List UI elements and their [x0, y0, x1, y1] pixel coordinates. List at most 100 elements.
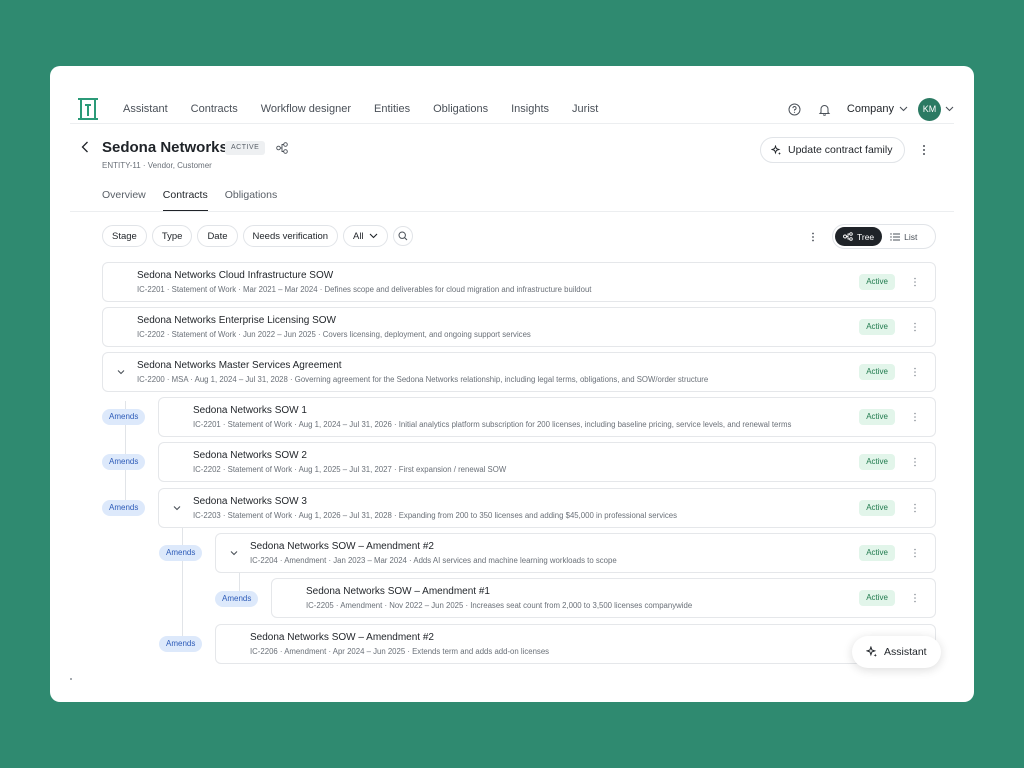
company-label: Company [846, 103, 894, 115]
status-badge: Active [859, 545, 895, 561]
more-options-icon[interactable] [911, 456, 919, 468]
status-badge: Active [859, 500, 895, 516]
contract-meta: IC-2202 · Statement of Work · Aug 1, 202… [193, 465, 507, 474]
help-icon[interactable] [787, 101, 803, 117]
contract-meta: IC-2205 · Amendment · Nov 2022 – Jun 202… [306, 601, 693, 610]
tab-bar: Overview Contracts Obligations [102, 189, 294, 212]
contract-row[interactable]: Sedona Networks SOW – Amendment #2 IC-22… [215, 624, 936, 664]
contract-name: Sedona Networks SOW – Amendment #2 [250, 632, 434, 643]
search-button[interactable] [392, 226, 413, 246]
search-icon [398, 231, 407, 241]
contract-meta: IC-2200 · MSA · Aug 1, 2024 – Jul 31, 20… [137, 375, 709, 384]
more-options-icon[interactable] [911, 592, 919, 604]
filter-needs-verification[interactable]: Needs verification [242, 225, 339, 247]
nav-workflow-designer[interactable]: Workflow designer [261, 103, 351, 115]
status-badge: Active [859, 364, 895, 380]
filter-date[interactable]: Date [197, 225, 238, 247]
app-window: Assistant Contracts Workflow designer En… [50, 66, 974, 702]
contract-meta: IC-2204 · Amendment · Jan 2023 – Mar 202… [250, 556, 617, 565]
contract-name: Sedona Networks Enterprise Licensing SOW [137, 315, 336, 326]
chevron-down-icon[interactable] [115, 366, 127, 378]
filter-type[interactable]: Type [151, 225, 193, 247]
company-selector[interactable]: Company [847, 103, 908, 115]
more-options-icon[interactable] [911, 411, 919, 423]
contract-row[interactable]: Sedona Networks Cloud Infrastructure SOW… [102, 262, 936, 302]
contract-row[interactable]: Sedona Networks SOW 3 IC-2203 · Statemen… [158, 488, 936, 528]
chevron-down-icon [899, 106, 908, 112]
divider [70, 123, 954, 124]
more-options-icon[interactable] [808, 231, 818, 243]
contract-meta: IC-2201 · Statement of Work · Aug 1, 202… [193, 420, 792, 429]
contract-row[interactable]: Sedona Networks Master Services Agreemen… [102, 352, 936, 392]
more-options-icon[interactable] [911, 276, 919, 288]
tab-overview[interactable]: Overview [102, 189, 146, 212]
status-badge: Active [859, 274, 895, 290]
page-title: Sedona Networks [102, 139, 228, 156]
tree-view-button[interactable]: Tree [835, 227, 883, 246]
bell-icon[interactable] [817, 101, 833, 117]
contract-name: Sedona Networks Master Services Agreemen… [137, 360, 342, 371]
tree-label: Tree [857, 231, 875, 242]
contract-meta: IC-2201 · Statement of Work · Mar 2021 –… [137, 285, 592, 294]
filter-all-label: All [353, 230, 364, 242]
chevron-down-icon[interactable] [228, 547, 240, 559]
more-options-icon[interactable] [911, 547, 919, 559]
divider [70, 211, 954, 212]
relation-badge: Amends [102, 500, 146, 516]
nav-insights[interactable]: Insights [511, 103, 549, 115]
hierarchy-icon[interactable] [276, 142, 288, 154]
filter-stage[interactable]: Stage [102, 225, 147, 247]
assistant-label: Assistant [884, 646, 927, 658]
relation-badge: Amends [102, 409, 146, 425]
filter-all-select[interactable]: All [343, 225, 388, 247]
contract-row[interactable]: Sedona Networks SOW 1 IC-2201 · Statemen… [158, 397, 936, 437]
contract-name: Sedona Networks SOW 2 [193, 450, 307, 461]
list-label: List [904, 231, 918, 242]
relation-badge: Amends [159, 636, 203, 652]
more-options-icon[interactable] [911, 502, 919, 514]
status-badge: Active [859, 590, 895, 606]
contract-meta: IC-2206 · Amendment · Apr 2024 – Jun 202… [250, 647, 550, 656]
stray-dot [70, 678, 72, 680]
sparkle-icon [866, 646, 877, 657]
nav-assistant[interactable]: Assistant [123, 103, 168, 115]
contract-name: Sedona Networks SOW 3 [193, 496, 307, 507]
list-icon [890, 232, 901, 241]
entity-subtitle: ENTITY-11 · Vendor, Customer [102, 161, 212, 170]
update-button-label: Update contract family [788, 144, 893, 156]
assistant-button[interactable]: Assistant [852, 636, 941, 668]
more-options-icon[interactable] [911, 321, 919, 333]
relation-badge: Amends [159, 545, 203, 561]
update-contract-family-button[interactable]: Update contract family [760, 137, 906, 163]
tree-icon [843, 232, 853, 241]
contract-meta: IC-2202 · Statement of Work · Jun 2022 –… [137, 330, 531, 339]
nav-entities[interactable]: Entities [374, 103, 410, 115]
list-view-button[interactable]: List [882, 227, 925, 246]
more-options-icon[interactable] [911, 366, 919, 378]
app-logo-icon[interactable] [78, 98, 98, 120]
contract-row[interactable]: Sedona Networks Enterprise Licensing SOW… [102, 307, 936, 347]
contract-row[interactable]: Sedona Networks SOW 2 IC-2202 · Statemen… [158, 442, 936, 482]
contract-name: Sedona Networks Cloud Infrastructure SOW [137, 270, 334, 281]
chevron-down-icon[interactable] [171, 502, 183, 514]
view-toggle: Tree List [832, 224, 936, 249]
status-badge: Active [859, 319, 895, 335]
contract-row[interactable]: Sedona Networks SOW – Amendment #1 IC-22… [271, 578, 936, 618]
tab-contracts[interactable]: Contracts [162, 189, 208, 212]
chevron-down-icon [945, 106, 954, 112]
relation-badge: Amends [102, 454, 146, 470]
nav-jurist[interactable]: Jurist [572, 103, 598, 115]
chevron-left-icon [81, 141, 88, 153]
tab-obligations[interactable]: Obligations [225, 189, 278, 212]
contract-name: Sedona Networks SOW – Amendment #2 [250, 541, 434, 552]
contract-name: Sedona Networks SOW – Amendment #1 [306, 586, 490, 597]
user-menu[interactable]: KM [918, 97, 954, 121]
contract-row[interactable]: Sedona Networks SOW – Amendment #2 IC-22… [215, 533, 936, 573]
back-button[interactable] [78, 140, 92, 154]
more-options-icon[interactable] [918, 143, 930, 157]
nav-right: Company KM [787, 97, 954, 121]
nav-obligations[interactable]: Obligations [433, 103, 488, 115]
status-badge: ACTIVE [225, 141, 266, 155]
nav-contracts[interactable]: Contracts [191, 103, 238, 115]
contract-meta: IC-2203 · Statement of Work · Aug 1, 202… [193, 511, 677, 520]
